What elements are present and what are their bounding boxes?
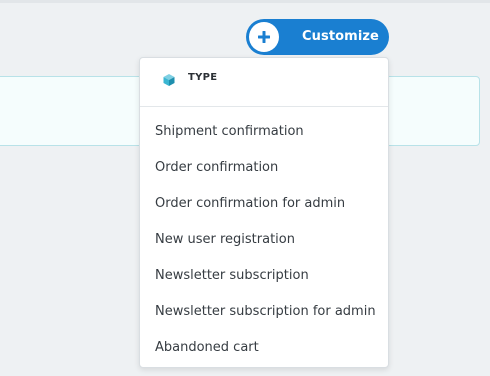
dropdown-header: TYPE [140, 58, 388, 107]
menu-list: Shipment confirmation Order confirmation… [140, 114, 388, 366]
menu-item-order-confirmation-admin[interactable]: Order confirmation for admin [140, 186, 388, 222]
dropdown-header-label: TYPE [188, 72, 218, 83]
menu-item-newsletter-subscription-admin[interactable]: Newsletter subscription for admin [140, 294, 388, 330]
cube-icon [162, 72, 176, 86]
page: Customize TYPE Shipment confirmation Ord… [0, 0, 490, 376]
menu-item-new-user-registration[interactable]: New user registration [140, 222, 388, 258]
type-dropdown-menu: TYPE Shipment confirmation Order confirm… [139, 57, 389, 368]
top-divider [0, 0, 490, 3]
menu-item-abandoned-cart[interactable]: Abandoned cart [140, 330, 388, 366]
menu-item-order-confirmation[interactable]: Order confirmation [140, 150, 388, 186]
menu-item-newsletter-subscription[interactable]: Newsletter subscription [140, 258, 388, 294]
plus-icon [249, 22, 279, 52]
customize-button-label: Customize [302, 29, 379, 44]
customize-button[interactable]: Customize [246, 19, 389, 55]
menu-item-shipment-confirmation[interactable]: Shipment confirmation [140, 114, 388, 150]
